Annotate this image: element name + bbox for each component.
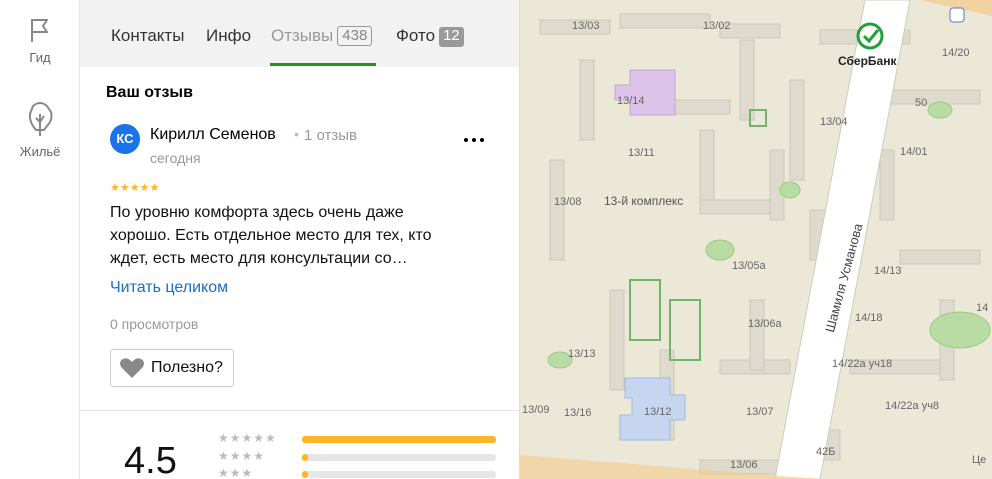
tab-contacts-label: Контакты	[111, 26, 185, 45]
active-tab-indicator	[270, 63, 376, 66]
map-label: 14/01	[900, 146, 928, 158]
views-count: 0 просмотров	[110, 316, 199, 332]
rating-bar-5-stars: ★★★★★	[218, 431, 277, 445]
rating-bar-3[interactable]: ★★★	[218, 466, 498, 479]
review-stars: ★★★★★	[110, 182, 160, 194]
tab-photos-label: Фото	[396, 26, 436, 45]
map-label: 14/22а уч8	[885, 400, 940, 412]
tab-bar: Контакты Инфо Отзывы 438 Фото 12	[80, 0, 519, 67]
heart-icon	[120, 358, 144, 378]
rail-item-guide-label: Гид	[29, 50, 51, 65]
map-label: 13/14	[617, 95, 645, 107]
map-district-label: 13-й комплекс	[604, 194, 684, 208]
flag-icon	[31, 19, 48, 42]
review-text: По уровню комфорта здесь очень даже хоро…	[110, 204, 432, 267]
map-label: 13/06	[730, 459, 758, 471]
rating-bar-3-fill	[302, 471, 308, 478]
map-label: 14/22а уч18	[832, 358, 893, 370]
tab-reviews-count: 438	[337, 26, 373, 46]
author-review-count: 1 отзыв	[304, 127, 358, 144]
tab-reviews-label: Отзывы	[271, 26, 334, 45]
tab-info-label: Инфо	[206, 26, 252, 45]
map-poi-sberbank[interactable]: СберБанк	[838, 54, 896, 68]
map-label: Це	[972, 454, 987, 466]
map-label: 13/08	[554, 196, 582, 208]
rating-bar-4[interactable]: ★★★★	[218, 449, 498, 465]
map-label: 14/18	[855, 312, 883, 324]
useful-button-label: Полезно?	[151, 359, 223, 376]
divider	[80, 410, 519, 411]
rail-item-guide[interactable]: Гид	[0, 16, 80, 65]
left-rail: Гид Жильё	[0, 0, 80, 479]
rating-bar-5[interactable]: ★★★★★	[218, 431, 498, 447]
avatar[interactable]: КС	[110, 124, 140, 154]
rating-bar-4-stars: ★★★★	[218, 449, 266, 463]
review-date: сегодня	[150, 150, 201, 166]
rating-bar-5-track	[302, 436, 496, 443]
map-label: 14/20	[942, 47, 970, 59]
more-options-button[interactable]	[464, 130, 488, 146]
tab-photos-count: 12	[439, 27, 464, 47]
org-panel: Контакты Инфо Отзывы 438 Фото 12 Ваш отзыв…	[80, 0, 520, 479]
map-label: 13/02	[703, 20, 731, 32]
useful-button[interactable]: Полезно?	[110, 349, 234, 387]
map-label: 13/03	[572, 20, 600, 32]
map-view[interactable]: СберБанк 13-й комплекс Шамиля Усманова 1…	[520, 0, 992, 479]
map-label: 13/16	[564, 407, 592, 419]
author-name[interactable]: Кирилл Семенов	[150, 126, 276, 144]
tab-info[interactable]: Инфо	[206, 26, 251, 46]
app-root: Гид Жильё Контакты Инфо Отзывы 438 Фото 12	[0, 0, 992, 479]
tab-contacts[interactable]: Контакты	[111, 26, 184, 46]
map-label: 13/11	[628, 147, 655, 159]
rating-bar-3-stars: ★★★	[218, 466, 254, 479]
average-rating: 4.5	[124, 440, 177, 479]
map-label: 13/07	[746, 406, 774, 418]
tab-photos[interactable]: Фото 12	[396, 26, 464, 47]
map-label: 50	[915, 97, 928, 109]
separator-dot: •	[294, 126, 299, 142]
map-label: 13/09	[522, 404, 550, 416]
map-label: 13/13	[568, 348, 596, 360]
rating-bar-3-track	[302, 471, 496, 478]
rail-item-housing-label: Жильё	[19, 144, 61, 159]
map-label: 13/04	[820, 116, 848, 128]
housing-icon	[28, 102, 53, 136]
map-label: 13/12	[644, 406, 672, 418]
map-label: 13/06а	[748, 318, 782, 330]
rail-item-housing[interactable]: Жильё	[0, 100, 80, 159]
rating-bar-4-track	[302, 454, 496, 461]
section-title: Ваш отзыв	[106, 84, 193, 101]
map-label: 13/05а	[732, 260, 766, 272]
read-more-link[interactable]: Читать целиком	[110, 279, 228, 297]
map-label: 42Б	[816, 446, 836, 458]
map-label: 14	[976, 302, 989, 314]
tab-reviews[interactable]: Отзывы 438	[271, 26, 373, 46]
rating-bar-4-fill	[302, 454, 308, 461]
rating-bar-5-fill	[302, 436, 496, 443]
map-label: 14/13	[874, 265, 902, 277]
